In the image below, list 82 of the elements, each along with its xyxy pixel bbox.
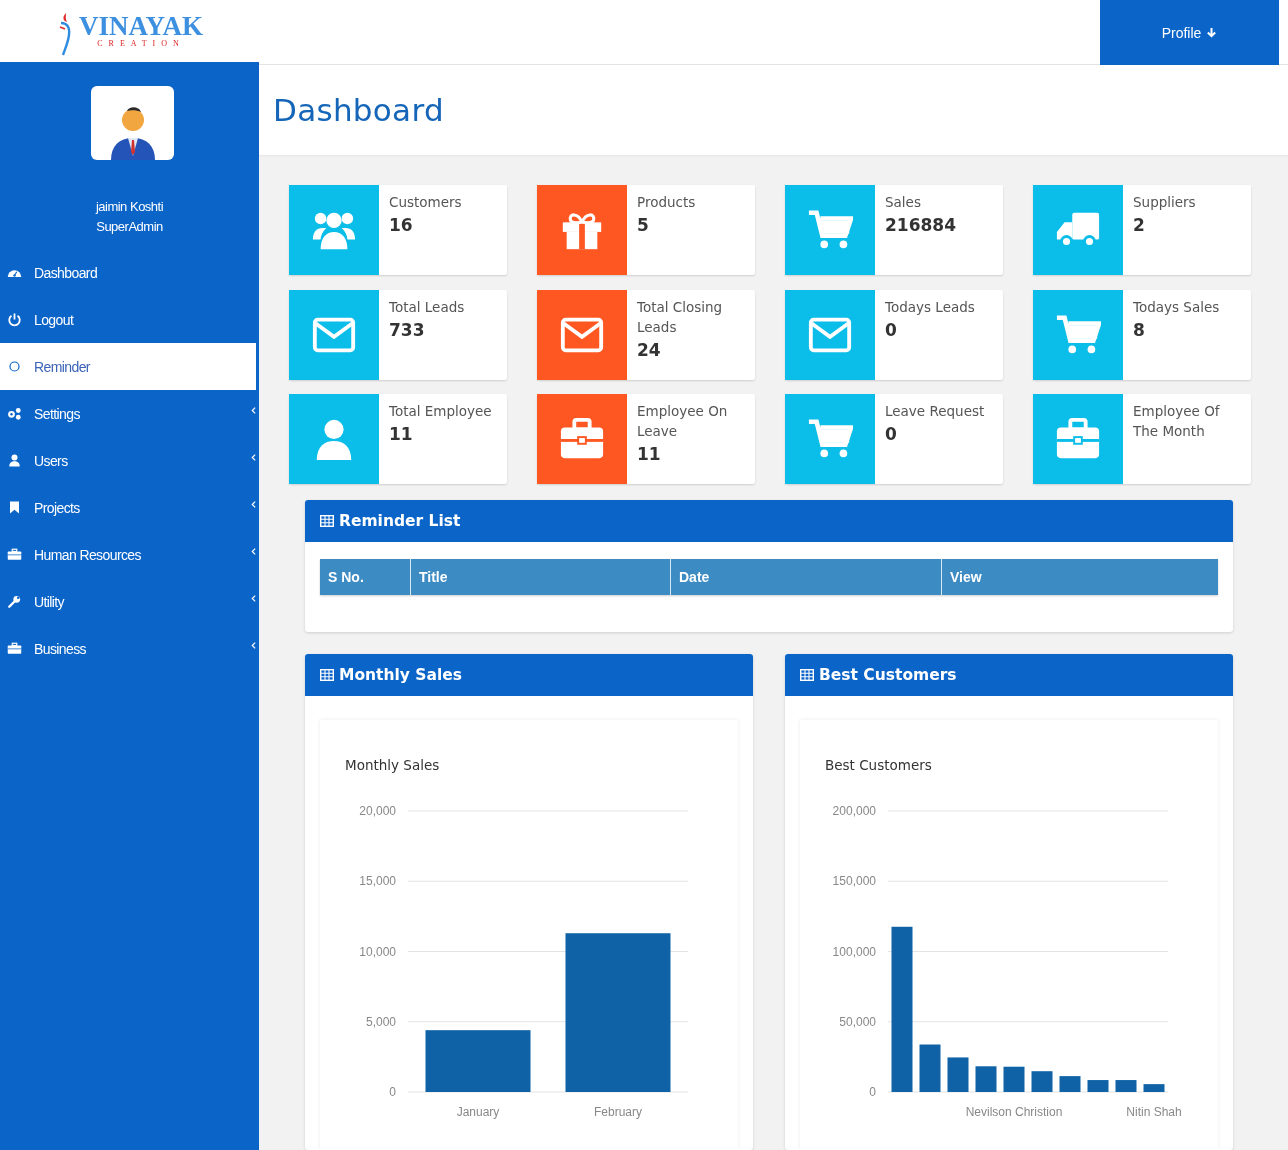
stat-label: Total Employee: [389, 402, 492, 421]
stat-label: Sales: [885, 193, 922, 212]
sidebar-item[interactable]: Dashboard: [0, 249, 256, 296]
chart-title: Monthly Sales: [344, 756, 441, 774]
stat-value: 11: [389, 423, 414, 446]
table-icon: [320, 515, 334, 527]
bar: [947, 1057, 969, 1092]
sidebar-item[interactable]: Business: [0, 625, 256, 672]
stat-label: Todays Leads: [885, 297, 975, 317]
briefcase-icon: [7, 641, 22, 656]
panel-title: Monthly Sales: [339, 666, 463, 684]
stat-value: 8: [1133, 318, 1146, 342]
stat-value: 5: [637, 214, 650, 237]
profile-button[interactable]: Profile: [1100, 0, 1279, 65]
bar: [1115, 1080, 1137, 1092]
bar: [1087, 1080, 1109, 1092]
stat-value: 0: [885, 423, 898, 446]
wrench-icon: [7, 594, 22, 609]
stat-label: Suppliers: [1133, 193, 1196, 212]
stat-label: Total Closing Leads: [637, 297, 724, 337]
bar: [919, 1044, 941, 1092]
stat-label: Leave Request: [885, 402, 985, 421]
panel-title: Best Customers: [819, 666, 957, 684]
stat-value: 733: [389, 318, 426, 342]
user-role: SuperAdmin: [95, 218, 164, 236]
bar: [1143, 1084, 1165, 1092]
stat-value: 0: [885, 318, 898, 342]
axis-category-label: Nitin Shah: [1126, 1105, 1182, 1119]
circle-icon: [7, 359, 22, 374]
axis-tick-label: 5,000: [365, 1014, 396, 1029]
bookmark-icon: [7, 500, 22, 515]
stat-value: 24: [637, 338, 662, 362]
logo-tagline: CREATION: [97, 39, 185, 49]
axis-tick-label: 15,000: [359, 874, 396, 889]
page-title: Dashboard: [273, 92, 444, 128]
gears-icon: [7, 406, 22, 421]
stat-label: Products: [637, 193, 696, 212]
sidebar-item[interactable]: Human Resources: [0, 531, 256, 578]
stat-label: Employee On Leave: [637, 402, 729, 441]
sidebar-item[interactable]: Utility: [0, 578, 256, 625]
column-header: View: [941, 559, 1218, 595]
column-header: Date: [670, 559, 941, 595]
axis-tick-label: 100,000: [832, 944, 876, 959]
axis-category-label: January: [456, 1105, 500, 1119]
stat-label: Total Leads: [389, 297, 465, 317]
axis-category-label: Nevilson Christion: [965, 1105, 1063, 1119]
bar: [1059, 1076, 1081, 1092]
stat-label: Customers: [389, 193, 462, 212]
power-icon: [7, 312, 22, 327]
sidebar-item[interactable]: Settings: [0, 390, 256, 437]
briefcase-icon: [7, 547, 22, 562]
axis-category-label: February: [594, 1105, 642, 1119]
stat-value: 11: [637, 443, 662, 466]
bar: [975, 1066, 997, 1092]
axis-tick-label: 0: [389, 1085, 396, 1099]
sidebar-item[interactable]: Users: [0, 437, 256, 484]
stat-value: 216884: [885, 214, 956, 237]
axis-tick-label: 200,000: [832, 804, 876, 818]
axis-tick-label: 20,000: [359, 804, 396, 818]
chart-title: Best Customers: [824, 756, 933, 774]
axis-tick-label: 150,000: [832, 874, 876, 889]
table-icon: [800, 669, 814, 681]
stat-label: Todays Sales: [1133, 297, 1220, 317]
axis-tick-label: 10,000: [359, 944, 396, 959]
column-header: S No.: [327, 568, 365, 587]
column-header: Title: [410, 559, 670, 595]
logo-name: VINAYAK: [78, 13, 203, 39]
bar: [1031, 1071, 1053, 1092]
user-icon: [7, 453, 22, 468]
axis-tick-label: 50,000: [839, 1014, 876, 1029]
user-name: jaimin Koshti: [94, 198, 165, 216]
table-icon: [320, 669, 334, 681]
stat-value: 16: [389, 214, 414, 237]
sidebar-item[interactable]: Projects: [0, 484, 256, 531]
panel-title: Reminder List: [339, 512, 461, 530]
axis-tick-label: 0: [869, 1085, 876, 1099]
sidebar-item[interactable]: Logout: [0, 296, 256, 343]
stat-value: 2: [1133, 214, 1146, 237]
stat-label: Employee Of The Month: [1133, 402, 1221, 441]
sidebar-item[interactable]: Reminder: [0, 343, 256, 390]
arrow-down-icon: [1206, 27, 1218, 38]
bar: [1003, 1066, 1025, 1092]
